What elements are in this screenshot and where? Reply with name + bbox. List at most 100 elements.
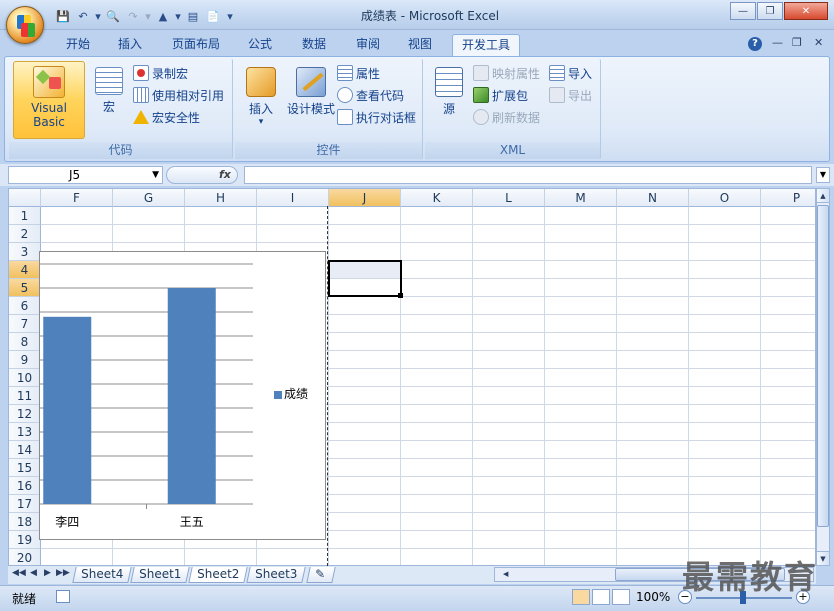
row-header-5[interactable]: 5 [9, 279, 41, 297]
insert-control-button[interactable]: 插入 ▾ [241, 67, 281, 127]
redo-icon[interactable]: ↷ [124, 8, 142, 24]
close-button[interactable]: ✕ [784, 2, 828, 20]
office-button[interactable] [6, 6, 44, 44]
bar-chart[interactable]: 李四 王五 成绩 [39, 251, 326, 540]
zoom-level[interactable]: 100% [636, 590, 670, 604]
first-sheet-icon[interactable]: ◀◀ [12, 568, 26, 578]
row-header-2[interactable]: 2 [9, 225, 41, 243]
scroll-down-button[interactable]: ▼ [817, 551, 829, 565]
scroll-left-button[interactable]: ◀ [503, 568, 515, 581]
maximize-button[interactable]: ❐ [757, 2, 783, 20]
chevron-down-icon[interactable]: ▼ [152, 167, 159, 183]
select-all-corner[interactable] [9, 189, 41, 207]
row-header-16[interactable]: 16 [9, 477, 41, 495]
expansion-packs-button[interactable]: 扩展包 [473, 85, 528, 105]
row-header-6[interactable]: 6 [9, 297, 41, 315]
column-header-m[interactable]: M [545, 189, 617, 207]
active-cell[interactable] [328, 260, 402, 297]
column-header-l[interactable]: L [473, 189, 545, 207]
prev-sheet-icon[interactable]: ◀ [30, 568, 37, 578]
relative-reference-button[interactable]: 使用相对引用 [133, 85, 224, 105]
column-header-g[interactable]: G [113, 189, 185, 207]
row-header-11[interactable]: 11 [9, 387, 41, 405]
export-button[interactable]: 导出 [549, 85, 592, 105]
row-header-12[interactable]: 12 [9, 405, 41, 423]
fill-handle[interactable] [398, 293, 403, 298]
column-header-n[interactable]: N [617, 189, 689, 207]
ribbon-restore-icon[interactable]: ❐ [792, 36, 802, 49]
vertical-scrollbar[interactable]: ▲ ▼ [816, 188, 830, 566]
record-macro-button[interactable]: 录制宏 [133, 63, 188, 83]
column-header-p[interactable]: P [761, 189, 815, 207]
column-header-f[interactable]: F [41, 189, 113, 207]
row-header-4[interactable]: 4 [9, 261, 41, 279]
tab-page-layout[interactable]: 页面布局 [164, 34, 228, 56]
row-header-8[interactable]: 8 [9, 333, 41, 351]
scroll-thumb[interactable] [817, 205, 829, 527]
expand-formula-icon[interactable]: ▼ [816, 167, 830, 183]
last-sheet-icon[interactable]: ▶▶ [56, 568, 70, 578]
xml-source-button[interactable]: 源 [431, 67, 467, 117]
column-header-i[interactable]: I [257, 189, 329, 207]
sort-icon[interactable]: ▲ [154, 8, 172, 24]
customize-qat-icon[interactable]: ▾ [224, 8, 236, 24]
tab-formulas[interactable]: 公式 [240, 34, 280, 56]
row-header-18[interactable]: 18 [9, 513, 41, 531]
print-preview-icon[interactable]: 🔍 [104, 8, 122, 24]
view-code-button[interactable]: 查看代码 [337, 85, 404, 105]
save-icon[interactable]: 💾 [54, 8, 72, 24]
row-header-10[interactable]: 10 [9, 369, 41, 387]
row-header-19[interactable]: 19 [9, 531, 41, 549]
dropdown-icon[interactable]: ▾ [144, 8, 152, 24]
import-button[interactable]: 导入 [549, 63, 592, 83]
tab-data[interactable]: 数据 [294, 34, 334, 56]
form-icon[interactable]: ▤ [184, 8, 202, 24]
dropdown-icon[interactable]: ▾ [94, 8, 102, 24]
column-header-j[interactable]: J [329, 189, 401, 207]
tab-insert[interactable]: 插入 [110, 34, 150, 56]
column-header-k[interactable]: K [401, 189, 473, 207]
refresh-data-button[interactable]: 刷新数据 [473, 107, 540, 127]
formula-input[interactable] [244, 166, 812, 184]
row-header-1[interactable]: 1 [9, 207, 41, 225]
sheet-tab[interactable]: Sheet4 [72, 567, 133, 583]
tab-developer[interactable]: 开发工具 [452, 34, 520, 56]
macro-security-button[interactable]: 宏安全性 [133, 107, 200, 127]
insert-sheet-button[interactable]: ✎ [306, 567, 336, 583]
visual-basic-button[interactable]: Visual Basic [13, 61, 85, 139]
new-icon[interactable]: 📄 [204, 8, 222, 24]
dropdown-icon[interactable]: ▾ [174, 8, 182, 24]
design-mode-button[interactable]: 设计模式 [283, 67, 339, 117]
sheet-tab[interactable]: Sheet2 [188, 567, 249, 583]
tab-view[interactable]: 视图 [400, 34, 440, 56]
row-header-15[interactable]: 15 [9, 459, 41, 477]
row-header-14[interactable]: 14 [9, 441, 41, 459]
macro-record-icon[interactable] [56, 590, 70, 603]
sheet-tab[interactable]: Sheet1 [130, 567, 191, 583]
scroll-up-button[interactable]: ▲ [817, 189, 829, 203]
tab-home[interactable]: 开始 [58, 34, 98, 56]
next-sheet-icon[interactable]: ▶ [44, 568, 51, 578]
normal-view-icon[interactable] [572, 589, 590, 605]
row-header-17[interactable]: 17 [9, 495, 41, 513]
row-header-3[interactable]: 3 [9, 243, 41, 261]
name-box[interactable]: J5 ▼ [8, 166, 163, 184]
map-properties-button[interactable]: 映射属性 [473, 63, 540, 83]
properties-button[interactable]: 属性 [337, 63, 380, 83]
tab-review[interactable]: 审阅 [348, 34, 388, 56]
row-header-7[interactable]: 7 [9, 315, 41, 333]
ribbon-minimize-icon[interactable]: — [772, 36, 783, 49]
workbook-close-icon[interactable]: ✕ [814, 36, 823, 49]
run-dialog-button[interactable]: 执行对话框 [337, 107, 416, 127]
undo-icon[interactable]: ↶ [74, 8, 92, 24]
macros-button[interactable]: 宏 [91, 67, 127, 115]
page-layout-view-icon[interactable] [592, 589, 610, 605]
row-header-13[interactable]: 13 [9, 423, 41, 441]
sheet-tab[interactable]: Sheet3 [246, 567, 307, 583]
minimize-button[interactable]: — [730, 2, 756, 20]
column-header-h[interactable]: H [185, 189, 257, 207]
fx-button[interactable]: fx [219, 168, 231, 181]
row-header-9[interactable]: 9 [9, 351, 41, 369]
column-header-o[interactable]: O [689, 189, 761, 207]
page-break-view-icon[interactable] [612, 589, 630, 605]
